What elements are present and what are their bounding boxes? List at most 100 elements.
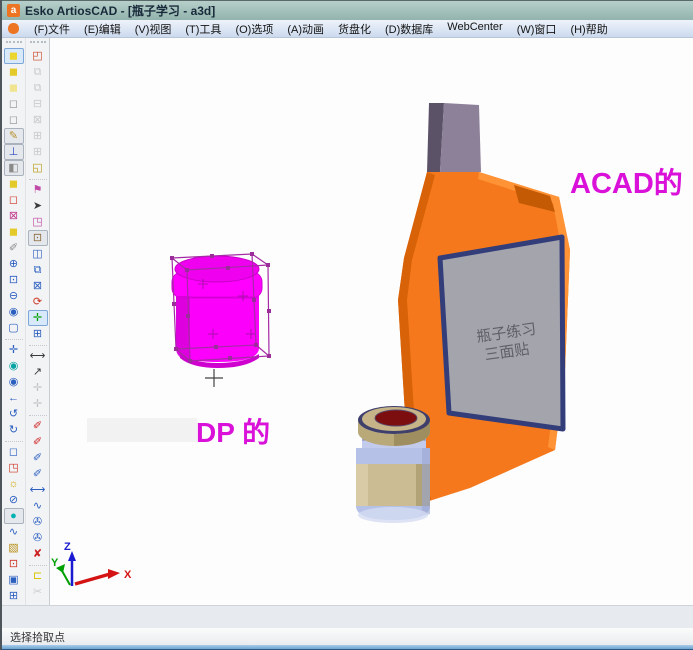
hide-part-icon[interactable]: ⊘ [4,492,24,508]
zoom-out-icon[interactable]: ⊖ [4,288,24,304]
attach-file-icon[interactable]: ✇ [28,514,48,530]
center-part-icon: ⊞ [28,128,48,144]
link-nodes-icon[interactable]: ⊡ [4,556,24,572]
flag-note-icon[interactable]: ⚑ [28,182,48,198]
view-eye-icon[interactable]: ◉ [4,358,24,374]
blue-knife-icon[interactable]: ✐ [28,450,48,466]
menu-item-WebCenter[interactable]: WebCenter [440,21,509,37]
left-toolbar: ◼◼◼◻◻✎⊥◧◼◻⊠◼✐⊕⊡⊖◉▢✛◉◉←↺↻◻◳☼⊘●∿▧⊡▣⊞ ◰⧉⧉⊟⊠… [2,38,50,605]
red-knife-angle-icon[interactable]: ✐ [28,434,48,450]
menu-item-货盘化[interactable]: 货盘化 [331,21,378,37]
faint-highlight [87,418,197,442]
measure-width-icon[interactable]: ⟷ [28,348,48,364]
row-array-icon: ⊟ [28,96,48,112]
handle-frame-icon[interactable]: ▣ [4,572,24,588]
rotate-ccw-icon[interactable]: ↺ [4,406,24,422]
gold-box-icon[interactable]: ◼ [4,176,24,192]
group-rotate-icon[interactable]: ◱ [28,160,48,176]
toolbar-drag-handle[interactable] [30,41,46,45]
stretch-measure-icon[interactable]: ⟷ [28,482,48,498]
toolbar-col1: ◼◼◼◻◻✎⊥◧◼◻⊠◼✐⊕⊡⊖◉▢✛◉◉←↺↻◻◳☼⊘●∿▧⊡▣⊞ [2,38,25,605]
look-back-icon[interactable]: ◉ [4,374,24,390]
main-area: ◼◼◼◻◻✎⊥◧◼◻⊠◼✐⊕⊡⊖◉▢✛◉◉←↺↻◻◳☼⊘●∿▧⊡▣⊞ ◰⧉⧉⊟⊠… [2,38,693,605]
mesh-envelope-icon[interactable]: ⊠ [4,208,24,224]
menu-item-E编辑[interactable]: (E)编辑 [77,21,128,37]
attach-file-2-icon[interactable]: ✇ [28,530,48,546]
node-box-icon[interactable]: ▧ [4,540,24,556]
detach-file-icon[interactable]: ✘ [28,546,48,562]
annotation-acad[interactable]: ACAD的 [570,166,683,200]
star-part-icon[interactable]: ◰ [28,48,48,64]
material-ball-icon[interactable]: ● [4,508,24,524]
measure-diagonal-icon[interactable]: ↗ [28,364,48,380]
menu-item-O选项[interactable]: (O)选项 [228,21,280,37]
select-region-icon[interactable]: ▢ [4,320,24,336]
app-icon: a [7,4,20,17]
gold-box-2-icon[interactable]: ◼ [4,224,24,240]
pick-cursor-icon[interactable]: ➤ [28,198,48,214]
knife-tool-icon[interactable]: ✐ [4,240,24,256]
solid-view-icon[interactable]: ◼ [4,48,24,64]
3d-scene[interactable]: 瓶子练习 三面贴 [50,38,692,605]
title-bar[interactable]: a Esko ArtiosCAD - [瓶子学习 - a3d] [2,0,693,20]
red-export-box-icon[interactable]: ◳ [4,460,24,476]
red-wire-box-icon[interactable]: ◻ [4,192,24,208]
pale-box-icon[interactable]: ◼ [4,80,24,96]
move-part-icon[interactable]: ◫ [28,246,48,262]
wireframe-box-2-icon[interactable]: ◻ [4,112,24,128]
y-axis-label: Y [51,557,59,569]
menu-item-W窗口[interactable]: (W)窗口 [510,21,564,37]
mirror-part-icon[interactable]: ⊠ [28,278,48,294]
copy-part-icon[interactable]: ⧉ [28,262,48,278]
menu-item-F文件[interactable]: (F)文件 [27,21,77,37]
curve-edit-icon[interactable]: ∿ [4,524,24,540]
x-axis-label: X [124,569,132,581]
menu-item-V视图[interactable]: (V)视图 [128,21,179,37]
add-dimension-2-icon: ✛ [28,396,48,412]
small-jar-bottom [358,507,428,523]
toolbar-separator [29,342,47,346]
blue-knife-2-icon[interactable]: ✐ [28,466,48,482]
render-box-icon[interactable]: ◼ [4,64,24,80]
spin-part-icon[interactable]: ⟳ [28,294,48,310]
small-jar[interactable] [356,406,430,523]
menu-item-A动画[interactable]: (A)动画 [280,21,331,37]
toolbar-col2: ◰⧉⧉⊟⊠⊞⊞◱⚑➤◳⊡◫⧉⊠⟳✛⊞⟷↗✛✛✐✐✐✐⟷∿✇✇✘⊏✂ [25,38,49,605]
red-knife-icon[interactable]: ✐ [28,418,48,434]
split-view-icon[interactable]: ⊞ [28,326,48,342]
document-icon[interactable] [8,23,19,34]
pan-icon[interactable]: ✛ [4,342,24,358]
paint-fill-icon[interactable]: ◧ [4,160,24,176]
window-bottom-border [2,645,693,650]
corner-note-icon[interactable]: ◳ [28,214,48,230]
z-axis-label: Z [64,541,71,553]
wireframe-box-icon[interactable]: ◻ [4,96,24,112]
menu-item-D数据库[interactable]: (D)数据库 [378,21,440,37]
small-jar-lid-center [375,410,417,426]
zoom-eye-icon[interactable]: ◉ [4,304,24,320]
axis-triad: Z Y X [51,541,132,586]
band-highlight [356,464,368,506]
mesh-hand-icon[interactable]: ⊞ [4,588,24,604]
align-part-icon: ⊞ [28,144,48,160]
toolbar-drag-handle[interactable] [6,41,22,45]
edit-solid-icon[interactable]: ✎ [4,128,24,144]
light-source-icon[interactable]: ☼ [4,476,24,492]
rotate-cw-icon[interactable]: ↻ [4,422,24,438]
3d-viewport[interactable]: 瓶子练习 三面贴 [50,38,693,605]
curve-tool-icon[interactable]: ∿ [28,498,48,514]
toolbar-separator [29,176,47,180]
base-plane-icon[interactable]: ⊥ [4,144,24,160]
open-shelf-icon[interactable]: ⊡ [28,230,48,246]
snap-center-icon[interactable]: ✛ [28,310,48,326]
zoom-in-icon[interactable]: ⊕ [4,256,24,272]
annotation-dp[interactable]: DP 的 [196,416,270,448]
menu-item-H帮助[interactable]: (H)帮助 [563,21,614,37]
export-e-icon[interactable]: ⊏ [28,568,48,584]
zoom-window-icon[interactable]: ⊡ [4,272,24,288]
array-tool-icon: ⧉ [28,64,48,80]
menu-item-T工具[interactable]: (T)工具 [178,21,228,37]
outline-frame-icon[interactable]: ◻ [4,444,24,460]
undo-view-icon[interactable]: ← [4,390,24,406]
magenta-jar[interactable] [172,256,262,368]
